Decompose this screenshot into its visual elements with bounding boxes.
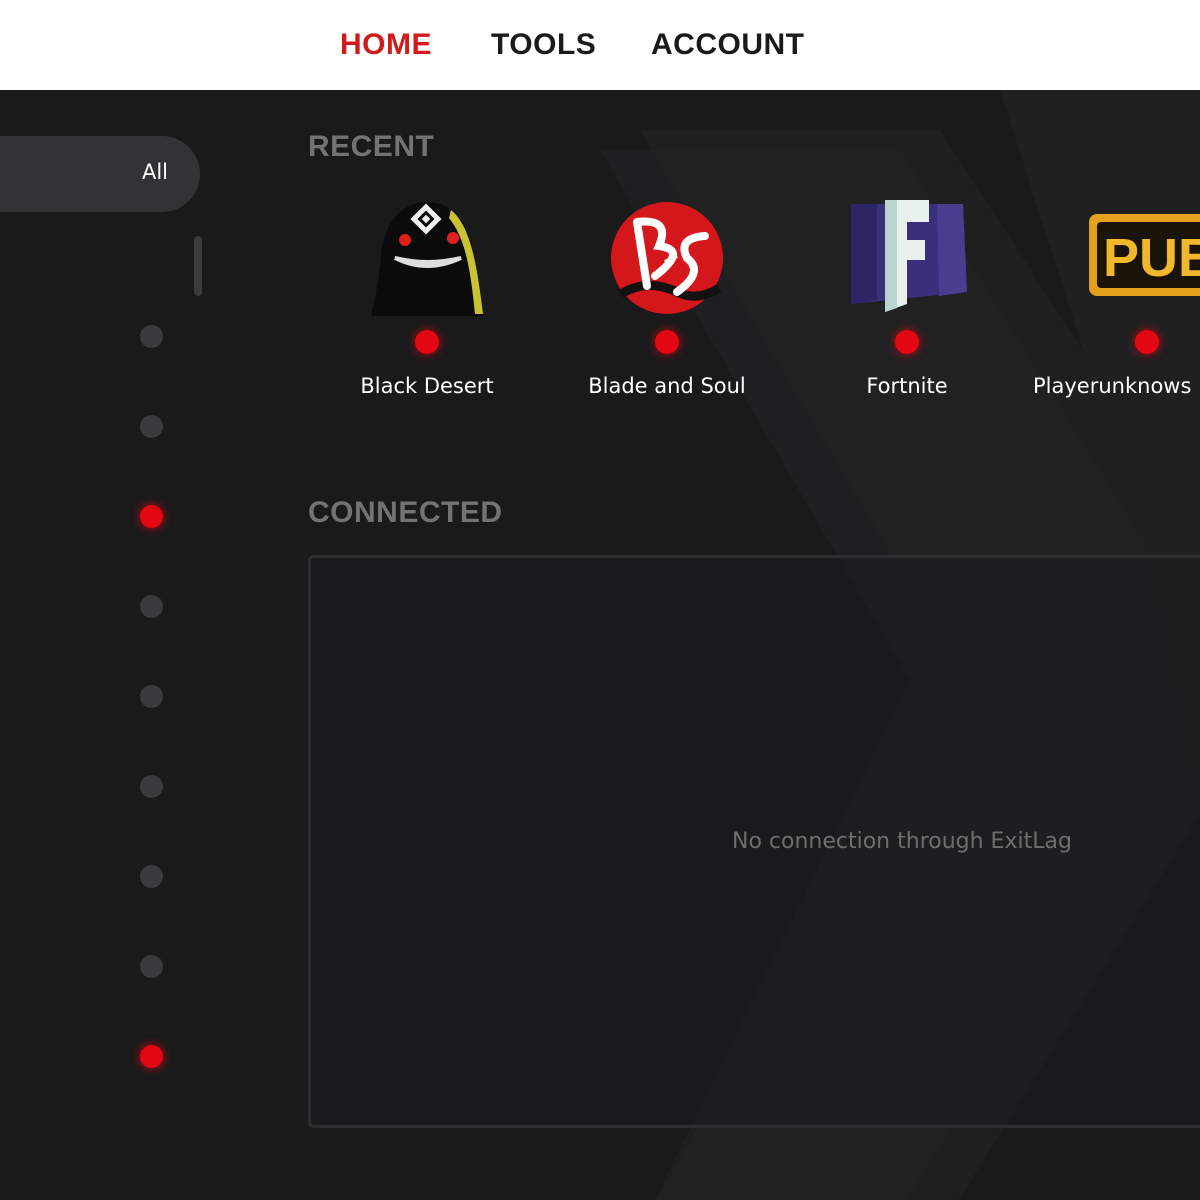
game-card-black-desert[interactable]: Black Desert <box>307 196 547 416</box>
game-card-pubg[interactable]: PUBG Playerunknows Battlegrounds <box>1027 196 1200 416</box>
nav-account[interactable]: ACCOUNT <box>651 27 805 63</box>
recent-section-title: RECENT <box>308 130 435 163</box>
sidebar-status-dot[interactable] <box>140 955 163 978</box>
game-status-dot <box>895 330 919 354</box>
connected-section-title: CONNECTED <box>308 496 503 529</box>
pubg-icon: PUBG <box>1089 214 1200 296</box>
black-desert-icon <box>371 202 483 316</box>
sidebar-status-dot[interactable] <box>140 325 163 348</box>
nav-tools[interactable]: TOOLS <box>491 27 596 63</box>
sidebar-status-dot-active[interactable] <box>140 1045 163 1068</box>
sidebar-scrollbar[interactable] <box>194 236 202 296</box>
filter-all-button[interactable]: All <box>0 136 200 212</box>
sidebar-status-dot-active[interactable] <box>140 505 163 528</box>
game-status-dot <box>1135 330 1159 354</box>
game-card-fortnite[interactable]: Fortnite <box>787 196 1027 416</box>
sidebar-status-dot[interactable] <box>140 685 163 708</box>
sidebar-status-dot[interactable] <box>140 415 163 438</box>
fortnite-icon <box>851 200 967 312</box>
blade-and-soul-icon <box>611 202 723 314</box>
game-name-label: Black Desert <box>360 374 494 398</box>
sidebar-status-dot[interactable] <box>140 595 163 618</box>
sidebar-status-dot[interactable] <box>140 775 163 798</box>
nav-home[interactable]: HOME <box>340 27 432 63</box>
game-name-label: Fortnite <box>866 374 948 398</box>
svg-text:PUBG: PUBG <box>1103 228 1200 288</box>
empty-connection-message: No connection through ExitLag <box>732 829 1072 854</box>
game-status-dot <box>655 330 679 354</box>
game-status-dot <box>415 330 439 354</box>
top-nav-bar: HOME TOOLS ACCOUNT <box>0 0 1200 90</box>
game-card-blade-and-soul[interactable]: Blade and Soul <box>547 196 787 416</box>
game-name-label: Blade and Soul <box>588 374 746 398</box>
sidebar-status-dot[interactable] <box>140 865 163 888</box>
game-name-label: Playerunknows Battlegrounds <box>1033 374 1200 398</box>
filter-all-label: All <box>141 160 168 184</box>
